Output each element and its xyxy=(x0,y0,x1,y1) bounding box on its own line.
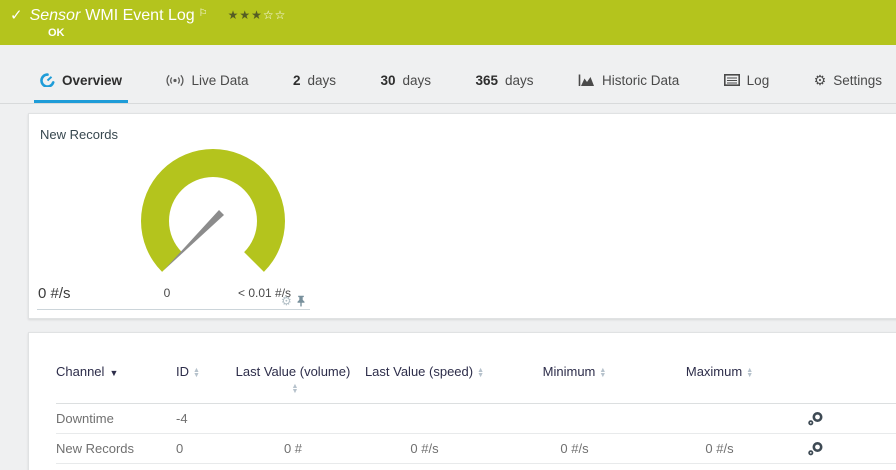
sort-both-icon: ▲ ▼ xyxy=(599,366,607,379)
gauge-channel-title: New Records xyxy=(40,127,119,142)
column-header-channel[interactable]: Channel ▼ xyxy=(56,364,176,381)
star-filled-icon[interactable]: ★★★ xyxy=(228,8,263,22)
channel-settings-icon[interactable] xyxy=(787,411,824,426)
sensor-type-label: Sensor xyxy=(29,7,81,24)
tab-bar: Overview Live Data 2 days 30 days 365 da… xyxy=(0,60,896,104)
gear-icon[interactable]: ⚙ xyxy=(281,295,292,307)
tab-day-count: 365 xyxy=(475,72,498,88)
gauge-chart xyxy=(141,148,285,272)
broadcast-icon xyxy=(166,74,185,87)
tab-live-data[interactable]: Live Data xyxy=(160,60,254,103)
tab-2-days[interactable]: 2 days xyxy=(287,60,342,103)
sensor-name: WMI Event Log xyxy=(85,7,195,24)
gauge-icon xyxy=(40,73,55,87)
channel-id: -4 xyxy=(176,411,188,426)
tab-day-count: 2 xyxy=(292,72,301,88)
column-header-last-value-volume[interactable]: Last Value (volume) ▲ ▼ xyxy=(234,364,352,396)
column-header-minimum[interactable]: Minimum ▲ ▼ xyxy=(497,364,652,380)
tab-label: days xyxy=(504,72,534,88)
status-badge: OK xyxy=(48,27,65,39)
channel-settings-icon[interactable] xyxy=(787,441,824,456)
tab-365-days[interactable]: 365 days xyxy=(469,60,539,103)
pin-icon[interactable] xyxy=(296,295,306,307)
sort-both-icon: ▲ ▼ xyxy=(477,366,485,379)
area-chart-icon xyxy=(578,74,595,87)
gear-icon: ⚙ xyxy=(813,72,827,88)
sort-both-icon: ▲ ▼ xyxy=(746,366,754,379)
column-header-maximum[interactable]: Maximum ▲ ▼ xyxy=(652,364,787,380)
priority-stars[interactable]: ★★★☆☆ xyxy=(228,7,287,23)
tab-log[interactable]: Log xyxy=(718,60,776,103)
channel-table-panel: Channel ▼ ID ▲ ▼ Last Value (volume) ▲ ▼ Last… xyxy=(28,332,896,470)
priority-flag-icon[interactable]: ⚐ xyxy=(199,8,208,19)
sensor-status-header: ✓ Sensor WMI Event Log ⚐ ★★★☆☆ OK xyxy=(0,0,896,45)
tab-label: Overview xyxy=(62,72,123,88)
channel-minimum: 0 #/s xyxy=(560,441,589,456)
column-header-last-value-speed[interactable]: Last Value (speed) ▲ ▼ xyxy=(352,364,497,380)
channel-id: 0 xyxy=(176,441,184,456)
gauge-panel: New Records 0 #/s 0 < 0.01 #/s ⚙ xyxy=(28,113,896,319)
tab-label: Historic Data xyxy=(601,72,680,88)
tab-30-days[interactable]: 30 days xyxy=(374,60,437,103)
channel-last-value-speed: 0 #/s xyxy=(410,441,439,456)
table-row-downtime: Downtime -4 xyxy=(56,404,896,434)
tab-label: days xyxy=(402,72,432,88)
channel-table-header: Channel ▼ ID ▲ ▼ Last Value (volume) ▲ ▼ Last… xyxy=(56,364,896,404)
gauge-arc xyxy=(141,148,285,272)
gauge-scale-min: 0 xyxy=(163,286,171,300)
channel-name: Downtime xyxy=(56,411,114,426)
channel-maximum: 0 #/s xyxy=(705,441,734,456)
tab-label: Log xyxy=(746,72,770,88)
column-header-id[interactable]: ID ▲ ▼ xyxy=(176,364,234,380)
sort-both-icon: ▲ ▼ xyxy=(291,382,299,395)
tab-historic-data[interactable]: Historic Data xyxy=(572,60,685,103)
page-title: Sensor WMI Event Log ⚐ xyxy=(30,7,208,25)
table-row-new-records: New Records 0 0 # 0 #/s 0 #/s 0 #/s xyxy=(56,434,896,464)
tab-settings[interactable]: ⚙ Settings xyxy=(808,60,888,103)
star-empty-icon[interactable]: ☆☆ xyxy=(263,8,287,22)
channel-name: New Records xyxy=(56,441,135,456)
tab-day-count: 30 xyxy=(380,72,396,88)
tab-overview[interactable]: Overview xyxy=(34,60,129,103)
status-ok-check-icon: ✓ xyxy=(10,7,23,24)
tab-label: Live Data xyxy=(191,72,249,88)
tab-label: Settings xyxy=(833,72,882,88)
log-icon xyxy=(723,74,740,86)
gauge-current-value: 0 #/s xyxy=(38,285,71,302)
gauge-corner-actions: ⚙ xyxy=(281,295,306,307)
gauge-footer-divider xyxy=(37,309,310,310)
sort-both-icon: ▲ ▼ xyxy=(193,366,200,379)
sort-desc-icon: ▼ xyxy=(109,368,119,378)
tab-label: days xyxy=(307,72,337,88)
channel-last-value-volume: 0 # xyxy=(283,441,303,456)
